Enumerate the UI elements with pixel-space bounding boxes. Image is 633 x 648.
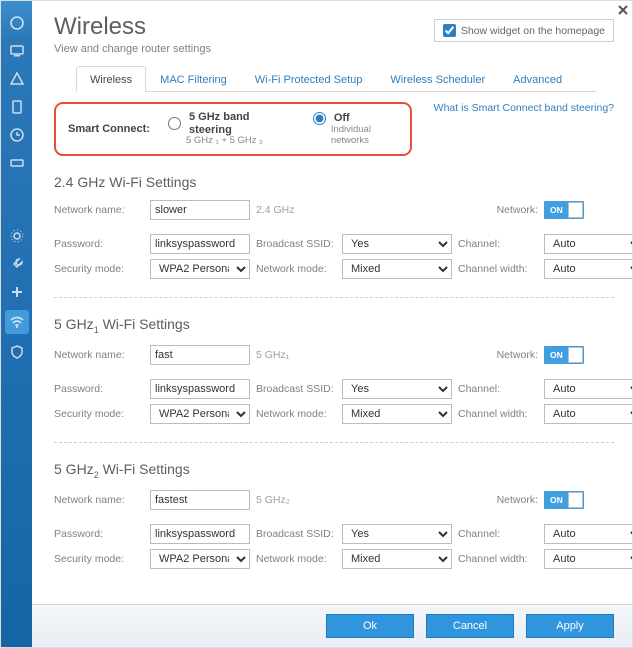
sc-opt2-title: Off <box>334 112 350 125</box>
page-subtitle: View and change router settings <box>54 43 211 55</box>
network-mode-select[interactable]: Mixed <box>342 404 452 424</box>
network-mode-select[interactable]: Mixed <box>342 259 452 279</box>
security-mode-select[interactable]: WPA2 Personal <box>150 259 250 279</box>
show-widget-input[interactable] <box>443 24 456 37</box>
sidebar-gauge-icon[interactable] <box>7 13 27 33</box>
band-freq-label: 5 GHz₁ <box>256 349 336 361</box>
security-mode-label: Security mode: <box>54 408 144 420</box>
network-name-input[interactable] <box>150 490 250 510</box>
network-mode-label: Network mode: <box>256 408 336 420</box>
smart-connect-opt-steering[interactable]: 5 GHz band steering 5 GHz ₁ + 5 GHz ₂ <box>168 111 277 147</box>
ok-button[interactable]: Ok <box>326 614 414 638</box>
channel-width-label: Channel width: <box>458 263 538 275</box>
band-section-1: 5 GHz1 Wi-Fi Settings Network name: 5 GH… <box>54 316 614 424</box>
sidebar-tool-icon[interactable] <box>7 254 27 274</box>
band-title: 2.4 GHz Wi-Fi Settings <box>54 174 614 190</box>
network-toggle-label: Network: <box>458 349 538 361</box>
channel-width-select[interactable]: Auto <box>544 404 632 424</box>
page-title: Wireless <box>54 13 211 41</box>
band-title: 5 GHz1 Wi-Fi Settings <box>54 316 614 335</box>
channel-select[interactable]: Auto <box>544 524 632 544</box>
sidebar <box>1 1 32 647</box>
cancel-button[interactable]: Cancel <box>426 614 514 638</box>
channel-width-select[interactable]: Auto <box>544 259 632 279</box>
network-name-input[interactable] <box>150 345 250 365</box>
broadcast-ssid-label: Broadcast SSID: <box>256 528 336 540</box>
smart-connect-radio-off[interactable] <box>313 112 326 125</box>
tab-bar: Wireless MAC Filtering Wi-Fi Protected S… <box>76 65 596 92</box>
show-widget-checkbox[interactable]: Show widget on the homepage <box>434 19 614 42</box>
network-toggle-label: Network: <box>458 494 538 506</box>
password-input[interactable] <box>150 234 250 254</box>
network-mode-label: Network mode: <box>256 263 336 275</box>
tab-wireless[interactable]: Wireless <box>76 66 146 92</box>
password-input[interactable] <box>150 524 250 544</box>
smart-connect-radio-steering[interactable] <box>168 117 181 130</box>
channel-label: Channel: <box>458 383 538 395</box>
apply-button[interactable]: Apply <box>526 614 614 638</box>
sidebar-clipboard-icon[interactable] <box>7 97 27 117</box>
security-mode-select[interactable]: WPA2 Personal <box>150 404 250 424</box>
smart-connect-help-link[interactable]: What is Smart Connect band steering? <box>434 102 614 114</box>
network-mode-label: Network mode: <box>256 553 336 565</box>
sidebar-storage-icon[interactable] <box>7 153 27 173</box>
security-mode-label: Security mode: <box>54 263 144 275</box>
band-freq-label: 2.4 GHz <box>256 204 336 216</box>
sc-opt1-title: 5 GHz band steering <box>189 111 277 136</box>
broadcast-ssid-label: Broadcast SSID: <box>256 238 336 250</box>
tab-advanced[interactable]: Advanced <box>499 66 576 92</box>
sidebar-devices-icon[interactable] <box>7 41 27 61</box>
sidebar-clock-icon[interactable] <box>7 125 27 145</box>
network-mode-select[interactable]: Mixed <box>342 549 452 569</box>
broadcast-ssid-label: Broadcast SSID: <box>256 383 336 395</box>
network-toggle[interactable]: ON <box>544 491 584 509</box>
network-toggle-label: Network: <box>458 204 538 216</box>
network-name-label: Network name: <box>54 494 144 506</box>
network-name-label: Network name: <box>54 204 144 216</box>
channel-width-select[interactable]: Auto <box>544 549 632 569</box>
show-widget-label: Show widget on the homepage <box>461 25 605 37</box>
password-label: Password: <box>54 528 144 540</box>
password-input[interactable] <box>150 379 250 399</box>
band-divider <box>54 442 614 443</box>
channel-label: Channel: <box>458 528 538 540</box>
broadcast-ssid-select[interactable]: Yes <box>342 379 452 399</box>
channel-label: Channel: <box>458 238 538 250</box>
band-title: 5 GHz2 Wi-Fi Settings <box>54 461 614 480</box>
tab-wireless-scheduler[interactable]: Wireless Scheduler <box>376 66 499 92</box>
network-name-input[interactable] <box>150 200 250 220</box>
password-label: Password: <box>54 238 144 250</box>
smart-connect-opt-off[interactable]: Off Individual networks <box>313 112 398 147</box>
sc-opt2-sub: Individual networks <box>331 125 398 147</box>
tab-mac-filtering[interactable]: MAC Filtering <box>146 66 241 92</box>
sidebar-plus-icon[interactable] <box>7 282 27 302</box>
password-label: Password: <box>54 383 144 395</box>
smart-connect-label: Smart Connect: <box>68 123 158 135</box>
content-scroll[interactable]: Smart Connect: 5 GHz band steering 5 GHz… <box>32 92 632 604</box>
footer: Ok Cancel Apply <box>32 604 632 647</box>
sidebar-gear-icon[interactable] <box>7 226 27 246</box>
broadcast-ssid-select[interactable]: Yes <box>342 524 452 544</box>
security-mode-select[interactable]: WPA2 Personal <box>150 549 250 569</box>
band-divider <box>54 297 614 298</box>
sidebar-shield-icon[interactable] <box>7 342 27 362</box>
channel-select[interactable]: Auto <box>544 234 632 254</box>
sc-opt1-sub: 5 GHz ₁ + 5 GHz ₂ <box>186 136 277 147</box>
network-toggle[interactable]: ON <box>544 346 584 364</box>
sidebar-wifi-icon[interactable] <box>5 310 29 334</box>
tab-wps[interactable]: Wi-Fi Protected Setup <box>241 66 377 92</box>
smart-connect-card: Smart Connect: 5 GHz band steering 5 GHz… <box>54 102 412 156</box>
channel-select[interactable]: Auto <box>544 379 632 399</box>
channel-width-label: Channel width: <box>458 408 538 420</box>
band-section-0: 2.4 GHz Wi-Fi Settings Network name: 2.4… <box>54 174 614 279</box>
broadcast-ssid-select[interactable]: Yes <box>342 234 452 254</box>
network-name-label: Network name: <box>54 349 144 361</box>
band-freq-label: 5 GHz₂ <box>256 494 336 506</box>
band-section-2: 5 GHz2 Wi-Fi Settings Network name: 5 GH… <box>54 461 614 569</box>
sidebar-alert-icon[interactable] <box>7 69 27 89</box>
network-toggle[interactable]: ON <box>544 201 584 219</box>
channel-width-label: Channel width: <box>458 553 538 565</box>
security-mode-label: Security mode: <box>54 553 144 565</box>
